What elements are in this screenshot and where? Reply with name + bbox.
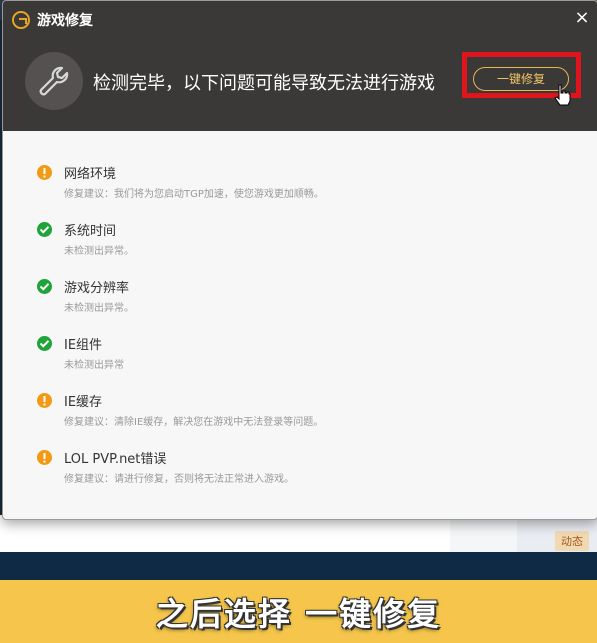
dialog-header: 游戏修复 × 检测完毕，以下问题可能导致无法进行游戏 一键修复 — [3, 1, 597, 131]
item-detail: 修复建议：请进行修复，否则将无法正常进入游戏。 — [64, 474, 294, 485]
item-detail: 未检测出异常。 — [64, 246, 134, 257]
status-message: 检测完毕，以下问题可能导致无法进行游戏 — [93, 73, 435, 94]
hand-cursor-icon — [554, 84, 571, 106]
item-name: LOL PVP.net错误 — [64, 452, 167, 467]
check-icon — [37, 279, 52, 294]
warning-icon — [37, 450, 52, 465]
warning-icon — [37, 393, 52, 408]
wrench-icon — [25, 52, 83, 110]
item-detail: 修复建议：我们将为您启动TGP加速，使您游戏更加顺畅。 — [64, 189, 324, 200]
item-detail: 未检测出异常。 — [64, 303, 134, 314]
item-name: IE组件 — [64, 338, 103, 353]
caption-text: 之后选择 一键修复 — [155, 594, 442, 633]
app-logo-icon — [12, 11, 30, 29]
dialog-title: 游戏修复 — [37, 13, 93, 29]
background-bottom-band — [0, 552, 597, 580]
item-detail: 未检测出异常 — [64, 360, 124, 371]
check-icon — [37, 336, 52, 351]
item-name: 系统时间 — [64, 224, 117, 239]
dynamic-badge[interactable]: 动态 — [555, 531, 589, 551]
warning-icon — [37, 165, 52, 180]
check-icon — [37, 222, 52, 237]
item-name: IE缓存 — [64, 395, 103, 410]
item-detail: 修复建议：清除IE缓存，解决您在游戏中无法登录等问题。 — [64, 417, 324, 428]
close-button[interactable]: × — [571, 7, 593, 29]
item-name: 网络环境 — [64, 167, 117, 182]
game-repair-dialog: 游戏修复 × 检测完毕，以下问题可能导致无法进行游戏 一键修复 网络环境 修复建… — [2, 0, 597, 520]
caption-bar: 之后选择 一键修复 — [0, 580, 597, 643]
item-name: 游戏分辨率 — [64, 281, 130, 296]
